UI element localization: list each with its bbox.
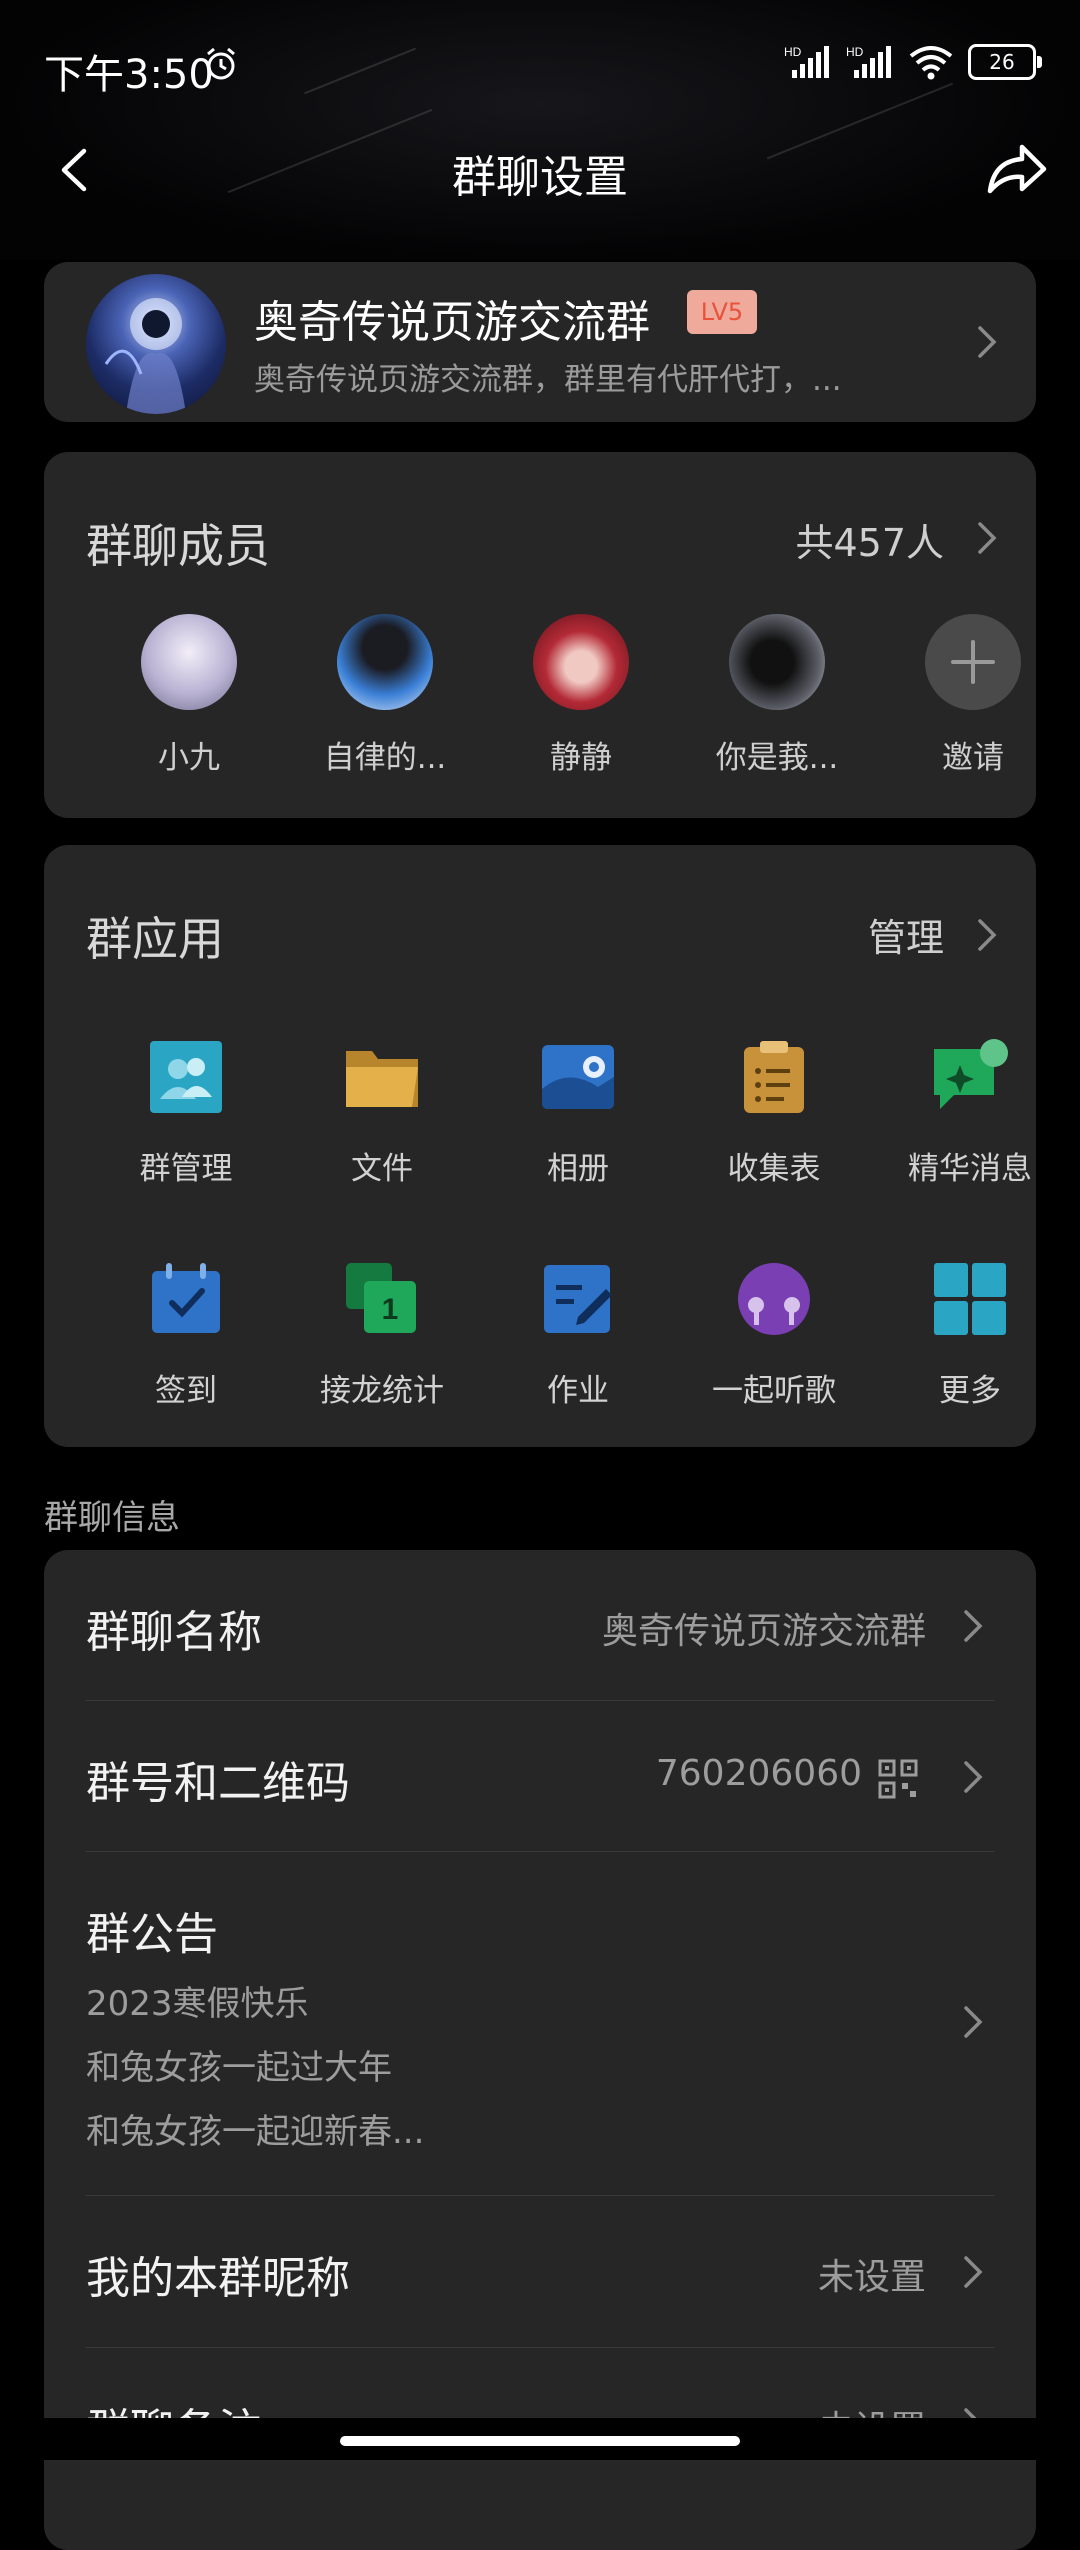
signal-icon-2: HD xyxy=(846,45,891,78)
app-label: 收集表 xyxy=(727,1151,821,1187)
invite-button[interactable]: 邀请 xyxy=(888,614,1058,777)
share-icon[interactable] xyxy=(984,139,1050,199)
checkin-calendar-icon xyxy=(152,1263,220,1333)
group-manage-icon xyxy=(150,1041,222,1113)
row-label: 群公告 xyxy=(86,1909,218,1960)
nav-bar: 群聊设置 xyxy=(0,125,1080,215)
plus-icon xyxy=(925,614,1021,710)
more-grid-icon xyxy=(934,1263,1006,1335)
row-value: 未设置 xyxy=(817,2257,926,2298)
signal-icon: HD xyxy=(784,45,829,78)
info-section-label: 群聊信息 xyxy=(44,1498,180,1538)
app-label: 群管理 xyxy=(139,1151,233,1187)
member-item[interactable]: 静静 xyxy=(496,614,666,777)
row-label: 群聊名称 xyxy=(86,1607,262,1658)
group-profile-card[interactable]: 奥奇传说页游交流群 LV5 奥奇传说页游交流群，群里有代肝代打，... xyxy=(44,262,1036,422)
member-avatar xyxy=(337,614,433,710)
group-info-card: 群聊名称 奥奇传说页游交流群 群号和二维码 760206060 群公告 2023… xyxy=(44,1550,1036,2550)
status-time: 下午3:50 xyxy=(44,52,214,98)
member-item[interactable]: 自律的... xyxy=(300,614,470,777)
status-bar: 下午3:50 HD HD 26 xyxy=(0,0,1080,130)
members-card: 群聊成员 共457人 小九 自律的... 静静 你是莪... 邀请 xyxy=(44,452,1036,818)
svg-text:1: 1 xyxy=(382,1293,399,1326)
app-label: 精华消息 xyxy=(908,1151,1032,1187)
member-avatar xyxy=(533,614,629,710)
member-name: 小九 xyxy=(158,740,220,776)
invite-label: 邀请 xyxy=(942,740,1004,776)
app-homework[interactable]: 作业 xyxy=(480,1259,676,1410)
manage-apps-link[interactable]: 管理 xyxy=(868,907,944,962)
row-label: 我的本群昵称 xyxy=(86,2253,350,2304)
notice-line: 2023寒假快乐 xyxy=(86,1984,309,2024)
chevron-right-icon xyxy=(964,2256,983,2288)
page-title: 群聊设置 xyxy=(452,152,628,203)
row-label: 群号和二维码 xyxy=(86,1758,350,1809)
app-files[interactable]: 文件 xyxy=(284,1037,480,1188)
notice-line: 和兔女孩一起过大年 xyxy=(86,2048,392,2088)
group-id-row[interactable]: 群号和二维码 760206060 xyxy=(86,1701,994,1851)
group-level-badge: LV5 xyxy=(687,290,757,334)
folder-icon xyxy=(346,1051,418,1107)
group-apps-card: 群应用 管理 群管理 文件 相册 收集表 精华消息 签到 1 接龙统计 作业 一… xyxy=(44,845,1036,1447)
alarm-icon xyxy=(207,47,235,80)
chevron-right-icon xyxy=(964,2006,983,2038)
notice-line: 和兔女孩一起迎新春... xyxy=(86,2112,425,2152)
group-avatar xyxy=(86,274,226,414)
member-item[interactable]: 小九 xyxy=(104,614,274,777)
chevron-right-icon xyxy=(964,1610,983,1642)
member-item[interactable]: 你是莪... xyxy=(692,614,862,777)
apps-title: 群应用 xyxy=(86,912,224,966)
wifi-icon xyxy=(909,46,953,80)
chevron-right-icon xyxy=(978,326,997,358)
home-indicator[interactable] xyxy=(340,2436,740,2446)
member-avatar xyxy=(141,614,237,710)
chevron-right-icon xyxy=(964,1761,983,1793)
row-value: 奥奇传说页游交流群 xyxy=(601,1611,926,1652)
app-checkin[interactable]: 签到 xyxy=(88,1259,284,1410)
app-album[interactable]: 相册 xyxy=(480,1037,676,1188)
qr-code-icon xyxy=(878,1759,918,1799)
app-chain-stats[interactable]: 1 接龙统计 xyxy=(284,1259,480,1410)
app-label: 签到 xyxy=(155,1373,217,1409)
app-label: 相册 xyxy=(547,1151,609,1187)
app-label: 文件 xyxy=(351,1151,413,1187)
listen-together-icon xyxy=(738,1263,810,1335)
group-id-value: 760206060 xyxy=(655,1753,862,1794)
group-name: 奥奇传说页游交流群 xyxy=(254,297,650,348)
app-label: 更多 xyxy=(939,1373,1001,1409)
clipboard-icon xyxy=(744,1041,804,1113)
homework-icon xyxy=(544,1265,612,1333)
battery-indicator: 26 xyxy=(968,44,1042,80)
group-description: 奥奇传说页游交流群，群里有代肝代打，... xyxy=(254,362,842,398)
members-title: 群聊成员 xyxy=(86,519,270,573)
member-name: 自律的... xyxy=(323,740,447,776)
app-label: 接龙统计 xyxy=(320,1373,444,1409)
featured-message-icon xyxy=(934,1039,1008,1109)
member-count[interactable]: 共457人 xyxy=(795,512,944,567)
app-label: 作业 xyxy=(547,1373,609,1409)
app-group-manage[interactable]: 群管理 xyxy=(88,1037,284,1188)
app-featured-messages[interactable]: 精华消息 xyxy=(872,1037,1068,1188)
app-label: 一起听歌 xyxy=(712,1373,836,1409)
group-notice-row[interactable]: 群公告 2023寒假快乐 和兔女孩一起过大年 和兔女孩一起迎新春... xyxy=(86,1852,994,2192)
photo-album-icon xyxy=(542,1045,614,1109)
chevron-right-icon[interactable] xyxy=(972,915,1002,955)
member-name: 静静 xyxy=(550,740,612,776)
group-name-row[interactable]: 群聊名称 奥奇传说页游交流群 xyxy=(86,1550,994,1700)
member-avatar xyxy=(729,614,825,710)
app-listen-together[interactable]: 一起听歌 xyxy=(676,1259,872,1410)
member-avatar-list: 小九 自律的... 静静 你是莪... 邀请 xyxy=(44,614,1036,794)
app-collect-form[interactable]: 收集表 xyxy=(676,1037,872,1188)
member-name: 你是莪... xyxy=(715,740,839,776)
chain-stats-icon: 1 xyxy=(346,1263,416,1333)
svg-text:HD: HD xyxy=(784,45,802,59)
chevron-right-icon[interactable] xyxy=(972,518,1002,558)
svg-text:HD: HD xyxy=(846,45,864,59)
my-nickname-row[interactable]: 我的本群昵称 未设置 xyxy=(86,2196,994,2346)
app-more[interactable]: 更多 xyxy=(872,1259,1068,1410)
